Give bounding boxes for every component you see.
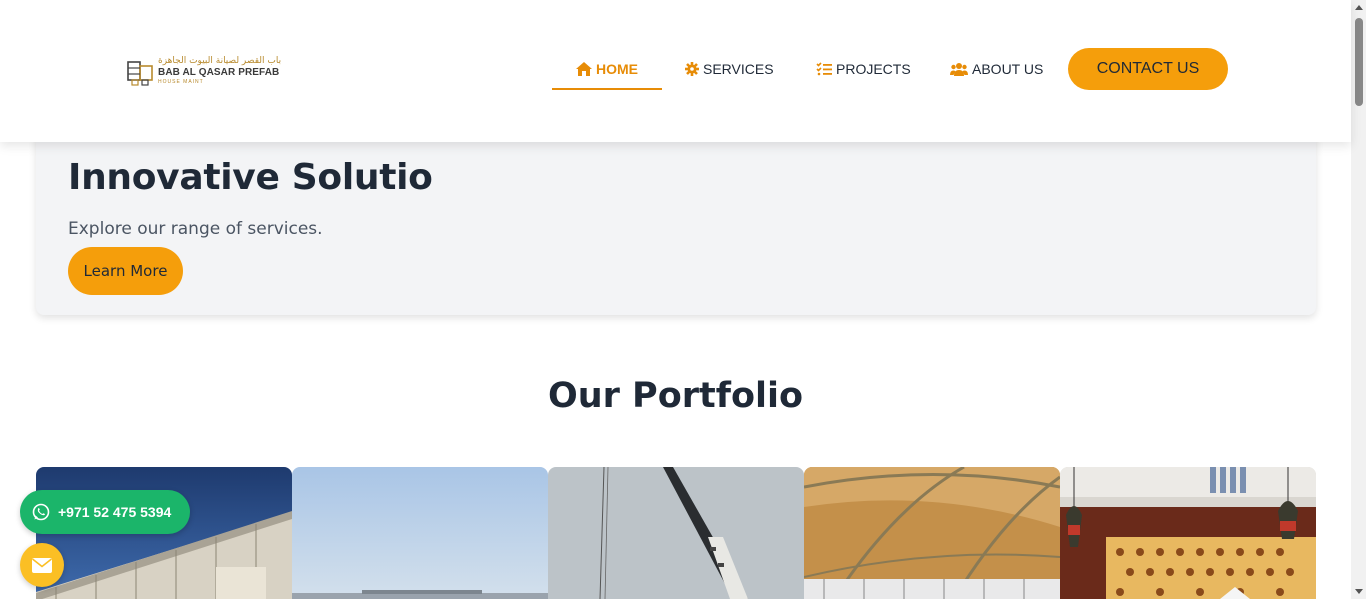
nav-item-projects[interactable]: PROJECTS — [816, 48, 911, 90]
envelope-icon — [32, 557, 52, 573]
nav-item-home[interactable]: HOME — [552, 48, 662, 90]
home-icon — [576, 62, 592, 76]
scroll-up-icon[interactable] — [1355, 5, 1363, 10]
sky-site-image — [292, 467, 548, 599]
site-logo[interactable]: باب القصر لصيانة البيوت الجاهزة BAB AL Q… — [126, 55, 281, 89]
list-check-icon — [816, 62, 832, 76]
hero-subtitle: Explore our range of services. — [68, 219, 323, 239]
logo-name: BAB AL QASAR PREFAB — [158, 67, 280, 78]
learn-more-button[interactable]: Learn More — [68, 247, 183, 295]
portfolio-heading: Our Portfolio — [547, 376, 804, 416]
majlis-interior-image — [1060, 467, 1316, 599]
users-icon — [950, 63, 968, 76]
whatsapp-button[interactable]: +971 52 475 5394 — [20, 490, 190, 534]
hero-title: Innovative Solutio — [68, 157, 433, 198]
nav-item-label: ABOUT US — [972, 61, 1044, 77]
logo-mark-icon — [127, 61, 153, 86]
crane-image — [548, 467, 804, 599]
portfolio-gallery — [36, 467, 1316, 599]
whatsapp-number: +971 52 475 5394 — [58, 504, 172, 520]
contact-us-button[interactable]: CONTACT US — [1068, 48, 1228, 90]
nav-item-label: PROJECTS — [836, 61, 911, 77]
portfolio-image-5[interactable] — [1060, 467, 1316, 599]
nav-item-about[interactable]: ABOUT US — [950, 48, 1043, 90]
portfolio-image-2[interactable] — [292, 467, 548, 599]
email-button[interactable] — [20, 543, 64, 587]
nav-item-label: SERVICES — [703, 61, 774, 77]
hero-card: Innovative Solutio Explore our range of … — [36, 130, 1316, 315]
portfolio-image-4[interactable] — [804, 467, 1060, 599]
nav-item-services[interactable]: SERVICES — [685, 48, 774, 90]
shade-canopy-image — [804, 467, 1060, 599]
page-scrollbar[interactable] — [1351, 0, 1366, 599]
gear-icon — [685, 62, 699, 76]
portfolio-image-3[interactable] — [548, 467, 804, 599]
nav-item-label: HOME — [596, 61, 638, 77]
logo-arabic-text: باب القصر لصيانة البيوت الجاهزة — [158, 56, 282, 66]
scroll-down-icon[interactable] — [1355, 589, 1363, 594]
site-header: باب القصر لصيانة البيوت الجاهزة BAB AL Q… — [0, 0, 1351, 142]
whatsapp-icon — [32, 503, 50, 521]
scrollbar-thumb[interactable] — [1355, 18, 1363, 106]
logo-subtitle: HOUSE MAINT — [158, 79, 204, 85]
